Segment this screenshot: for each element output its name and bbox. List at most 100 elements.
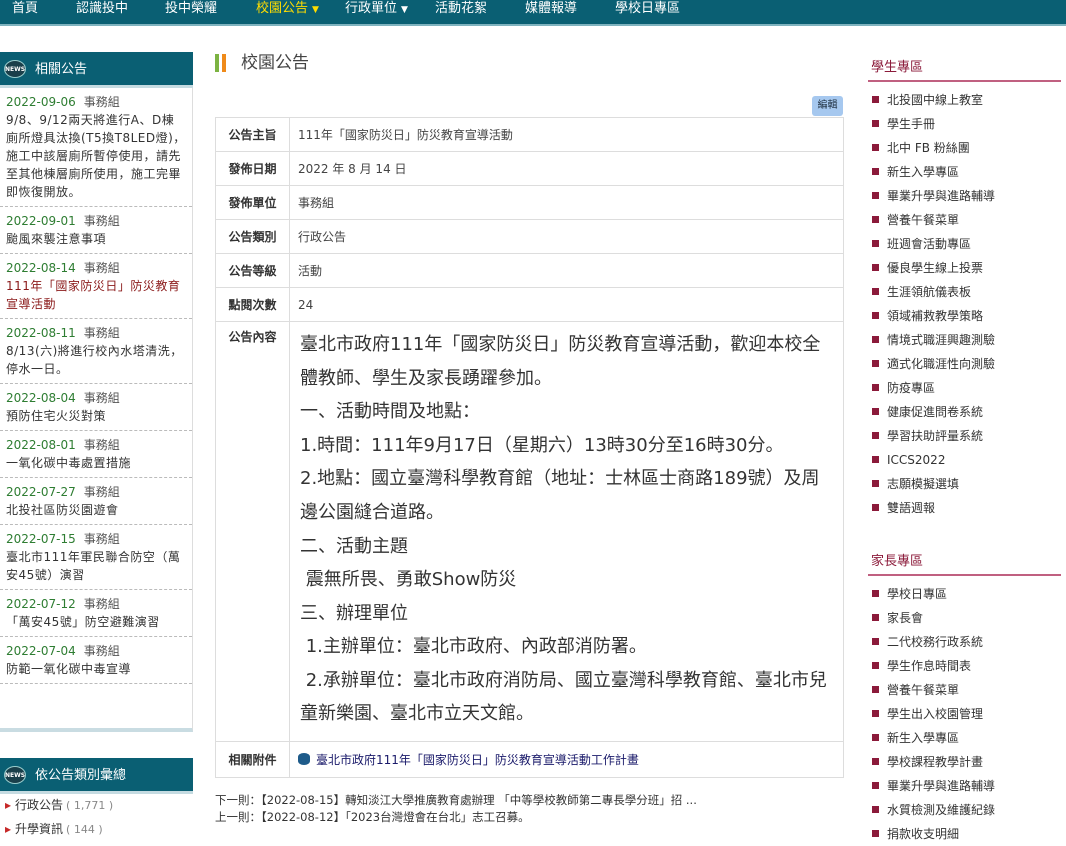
news-title-link[interactable]: 防範一氧化碳中毒宣導 <box>6 660 186 678</box>
news-list-item[interactable]: 2022-07-12 事務組 「萬安45號」防空避難演習 <box>0 590 192 637</box>
news-title-link[interactable]: 北投社區防災園遊會 <box>6 501 186 519</box>
info-key: 發佈日期 <box>215 151 290 186</box>
sidebar-link[interactable]: 志願模擬選填 <box>868 472 1061 496</box>
sidebar-link[interactable]: 畢業升學與進路輔導 <box>868 774 1061 798</box>
sidebar-link[interactable]: ICCS2022 <box>868 448 1061 472</box>
news-meta: 2022-07-04 事務組 <box>6 642 186 660</box>
sidebar-link[interactable]: 優良學生線上投票 <box>868 256 1061 280</box>
sidebar-link[interactable]: 北中 FB 粉絲團 <box>868 136 1061 160</box>
sidebar-link[interactable]: 新生入學專區 <box>868 160 1061 184</box>
category-item[interactable]: ▸ 行政公告( 1,771 ) <box>0 794 193 818</box>
sidebar-link[interactable]: 水質檢測及維護紀錄 <box>868 798 1061 822</box>
sidebar-link[interactable]: 二代校務行政系統 <box>868 630 1061 654</box>
sidebar-link[interactable]: 新生入學專區 <box>868 726 1061 750</box>
bullet-square-icon <box>872 456 879 463</box>
info-value: 行政公告 <box>289 219 844 254</box>
news-list-item[interactable]: 2022-08-11 事務組 8/13(六)將進行校內水塔清洗，停水一日。 <box>0 319 192 384</box>
category-summary-title: 依公告類別彙總 <box>35 768 127 783</box>
sidebar-link[interactable]: 家長會 <box>868 606 1061 630</box>
news-unit: 事務組 <box>83 95 120 109</box>
edit-button[interactable]: 編輯 <box>812 96 843 116</box>
news-list-item[interactable]: 2022-08-04 事務組 預防住宅火災對策 <box>0 384 192 431</box>
category-item[interactable]: ▸ 升學資訊( 144 ) <box>0 818 193 842</box>
sidebar-link[interactable]: 防疫專區 <box>868 376 1061 400</box>
news-meta: 2022-08-01 事務組 <box>6 436 186 454</box>
sidebar-link[interactable]: 適式化職涯性向測驗 <box>868 352 1061 376</box>
sidebar-link[interactable]: 畢業升學與進路輔導 <box>868 184 1061 208</box>
category-count: ( 1,771 ) <box>66 799 114 812</box>
sidebar-link[interactable]: 學校日專區 <box>868 582 1061 606</box>
page-title-text: 校園公告 <box>241 53 309 73</box>
sidebar-link-label: 防疫專區 <box>887 381 936 395</box>
sidebar-link[interactable]: 生涯領航儀表板 <box>868 280 1061 304</box>
student-zone-list: 北投國中線上教室 學生手冊 北中 FB 粉絲團 新生入學專區 畢業升學與進路輔導 營養午餐… <box>868 88 1061 520</box>
news-title-link[interactable]: 颱風來襲注意事項 <box>6 230 186 248</box>
sidebar-link[interactable]: 學習扶助評量系統 <box>868 424 1061 448</box>
content-line: 震無所畏、勇敢Show防災 <box>300 569 517 591</box>
info-key: 公告等級 <box>215 253 290 288</box>
nav-item-3[interactable]: 校園公告 ▼ <box>256 0 319 24</box>
bullet-square-icon <box>872 590 879 597</box>
bullet-square-icon <box>872 806 879 813</box>
bullet-square-icon <box>872 504 879 511</box>
sidebar-link[interactable]: 學生作息時間表 <box>868 654 1061 678</box>
sidebar-link-label: ICCS2022 <box>887 453 946 467</box>
news-list-item[interactable]: 2022-09-01 事務組 颱風來襲注意事項 <box>0 207 192 254</box>
news-title-link[interactable]: 9/8、9/12兩天將進行A、D棟廁所燈具汰換(T5換T8LED燈)，施工中該層… <box>6 111 186 201</box>
content-line: 三、辦理單位 <box>300 602 408 624</box>
nav-item-2[interactable]: 投中榮耀 <box>165 0 217 24</box>
sidebar-link-label: 營養午餐菜單 <box>887 683 960 697</box>
next-announcement-link[interactable]: 下一則：【2022-08-15】轉知淡江大學推廣教育處辦理 「中等學校教師第二專… <box>215 792 697 809</box>
news-title-link[interactable]: 預防住宅火災對策 <box>6 407 186 425</box>
bullet-square-icon <box>872 638 879 645</box>
sidebar-link[interactable]: 營養午餐菜單 <box>868 208 1061 232</box>
sidebar-link[interactable]: 學生出入校園管理 <box>868 702 1061 726</box>
news-list-item[interactable]: 2022-07-04 事務組 防範一氧化碳中毒宣導 <box>0 637 192 684</box>
sidebar-link[interactable]: 雙語週報 <box>868 496 1061 520</box>
sidebar-link[interactable]: 情境式職涯興趣測驗 <box>868 328 1061 352</box>
nav-item-1[interactable]: 認識投中 <box>76 0 128 24</box>
info-key: 公告主旨 <box>215 117 290 152</box>
news-list-item[interactable]: 2022-07-27 事務組 北投社區防災園遊會 <box>0 478 192 525</box>
bullet-square-icon <box>872 120 879 127</box>
attachment-link[interactable]: 臺北市政府111年「國家防災日」防災教育宣導活動工作計畫 <box>316 753 639 767</box>
caret-right-icon: ▸ <box>5 798 12 812</box>
sidebar-link[interactable]: 捐款收支明細 <box>868 822 1061 846</box>
news-meta: 2022-08-04 事務組 <box>6 389 186 407</box>
announcement-table: 公告主旨 111年「國家防災日」防災教育宣導活動 發佈日期 2022 年 8 月 14… <box>215 117 844 778</box>
news-title-link[interactable]: 「萬安45號」防空避難演習 <box>6 613 186 631</box>
news-title-link[interactable]: 臺北市111年軍民聯合防空（萬安45號）演習 <box>6 548 186 584</box>
news-title-link[interactable]: 111年「國家防災日」防災教育宣導活動 <box>6 277 186 313</box>
nav-item-4[interactable]: 行政單位 ▼ <box>345 0 408 24</box>
parent-zone-header: 家長專區 <box>868 548 1061 576</box>
news-title-link[interactable]: 8/13(六)將進行校內水塔清洗，停水一日。 <box>6 342 186 378</box>
news-list-item[interactable]: 2022-09-06 事務組 9/8、9/12兩天將進行A、D棟廁所燈具汰換(T5換… <box>0 88 192 207</box>
sidebar-link[interactable]: 北投國中線上教室 <box>868 88 1061 112</box>
nav-item-5[interactable]: 活動花絮 <box>435 0 487 24</box>
category-count: ( 144 ) <box>66 823 103 836</box>
sidebar-link[interactable]: 領域補救教學策略 <box>868 304 1061 328</box>
sidebar-link[interactable]: 健康促進問卷系統 <box>868 400 1061 424</box>
news-list-item[interactable]: 2022-08-14 事務組 111年「國家防災日」防災教育宣導活動 <box>0 254 192 319</box>
info-value: 活動 <box>289 253 844 288</box>
news-list-item[interactable]: 2022-08-01 事務組 一氧化碳中毒處置措施 <box>0 431 192 478</box>
news-title-link[interactable]: 一氧化碳中毒處置措施 <box>6 454 186 472</box>
nav-item-6[interactable]: 媒體報導 <box>525 0 577 24</box>
sidebar-link-label: 班週會活動專區 <box>887 237 972 251</box>
sidebar-link[interactable]: 班週會活動專區 <box>868 232 1061 256</box>
news-unit: 事務組 <box>83 326 120 340</box>
news-unit: 事務組 <box>83 485 120 499</box>
nav-item-7[interactable]: 學校日專區 <box>615 0 680 24</box>
sidebar-link[interactable]: 學生手冊 <box>868 112 1061 136</box>
news-date: 2022-08-11 <box>6 326 76 340</box>
prev-announcement-link[interactable]: 上一則：【2022-08-12】「2023台灣燈會在台北」志工召募。 <box>215 809 697 826</box>
info-row: 公告等級 活動 <box>215 253 844 288</box>
news-list-item[interactable]: 2022-07-15 事務組 臺北市111年軍民聯合防空（萬安45號）演習 <box>0 525 192 590</box>
news-unit: 事務組 <box>83 391 120 405</box>
nav-item-0[interactable]: 首頁 <box>12 0 38 24</box>
info-key: 發佈單位 <box>215 185 290 220</box>
attachment-row: 相關附件 臺北市政府111年「國家防災日」防災教育宣導活動工作計畫 <box>215 741 844 778</box>
sidebar-link[interactable]: 營養午餐菜單 <box>868 678 1061 702</box>
bullet-square-icon <box>872 432 879 439</box>
sidebar-link[interactable]: 學校課程教學計畫 <box>868 750 1061 774</box>
